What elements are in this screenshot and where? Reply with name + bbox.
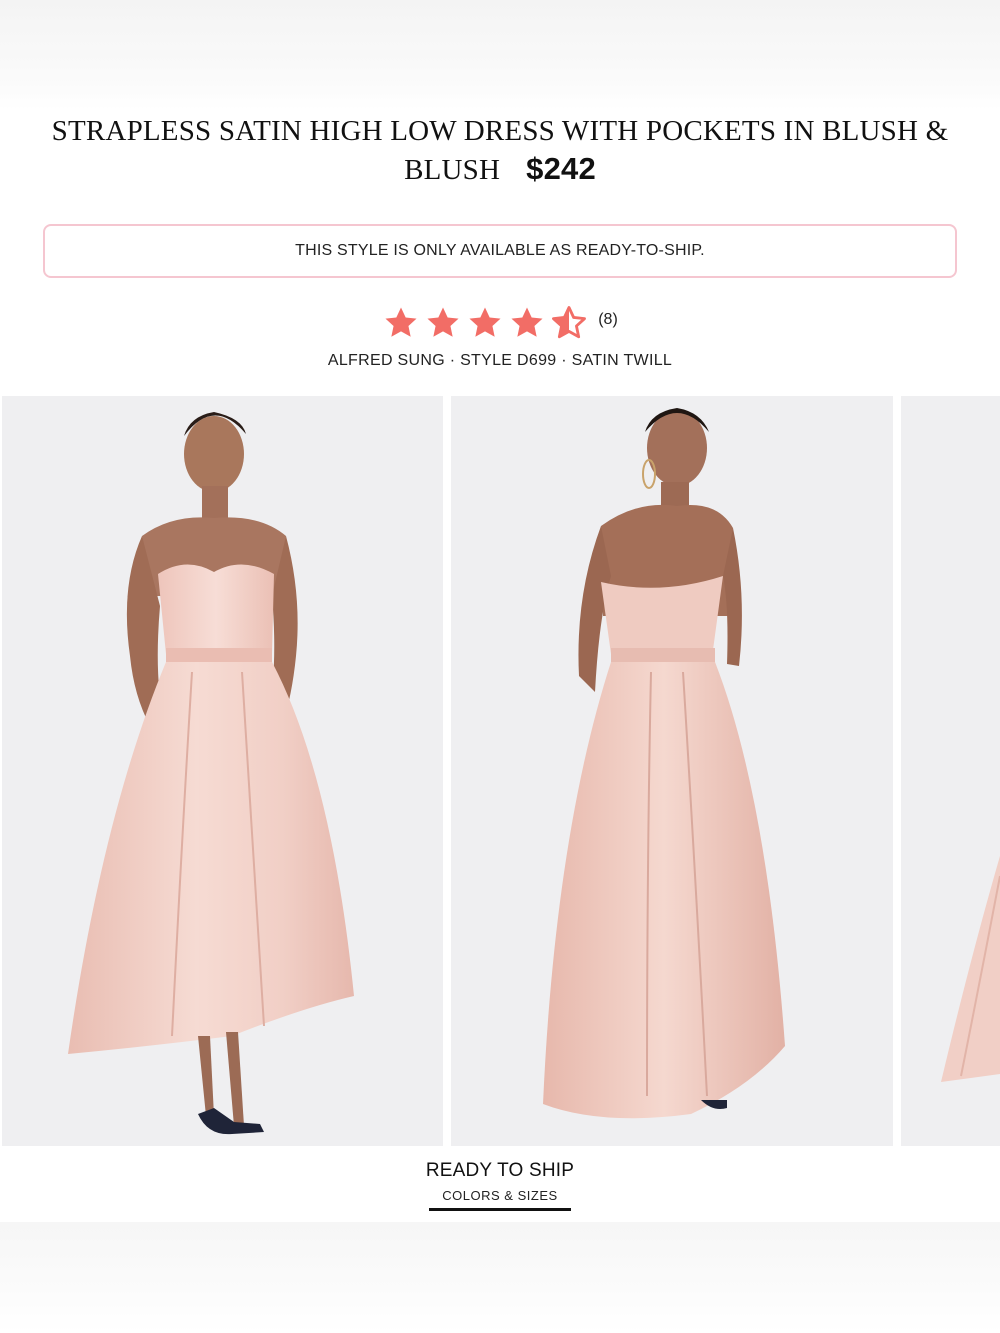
dress-back-photo[interactable] (451, 396, 893, 1146)
top-fade (0, 0, 1000, 110)
star-full-icon (385, 307, 417, 337)
product-header: STRAPLESS SATIN HIGH LOW DRESS WITH POCK… (20, 112, 980, 189)
rating-row[interactable]: (8) (0, 302, 1000, 344)
dress-back-illustration (543, 408, 785, 1119)
ready-to-ship-notice: THIS STYLE IS ONLY AVAILABLE AS READY-TO… (43, 224, 957, 278)
bottom-fade (0, 1222, 1000, 1333)
dress-front-illustration (68, 412, 354, 1135)
product-meta: ALFRED SUNG · STYLE D699 · SATIN TWILL (327, 352, 673, 369)
dress-side-illustration (941, 856, 1000, 1082)
product-price: $242 (526, 151, 596, 186)
product-tabs: READY TO SHIP COLORS & SIZES (0, 1160, 1000, 1211)
star-half-icon (552, 306, 587, 339)
product-title-block: STRAPLESS SATIN HIGH LOW DRESS WITH POCK… (20, 112, 980, 189)
product-title: STRAPLESS SATIN HIGH LOW DRESS WITH POCK… (51, 115, 949, 186)
star-full-icon (427, 307, 459, 337)
star-full-icon (469, 307, 501, 337)
dress-side-photo-partial[interactable] (901, 396, 1000, 1146)
star-full-icon (511, 307, 543, 337)
tab-ready-to-ship[interactable]: READY TO SHIP COLORS & SIZES (426, 1160, 574, 1211)
review-count[interactable]: (8) (598, 311, 618, 329)
image-carousel[interactable] (0, 396, 1000, 1146)
active-tab-indicator (428, 1208, 571, 1211)
tab-sublabel: COLORS & SIZES (442, 1188, 558, 1203)
tab-label: READY TO SHIP (425, 1160, 575, 1181)
notice-text: THIS STYLE IS ONLY AVAILABLE AS READY-TO… (295, 242, 705, 259)
dress-front-photo[interactable] (2, 396, 443, 1146)
